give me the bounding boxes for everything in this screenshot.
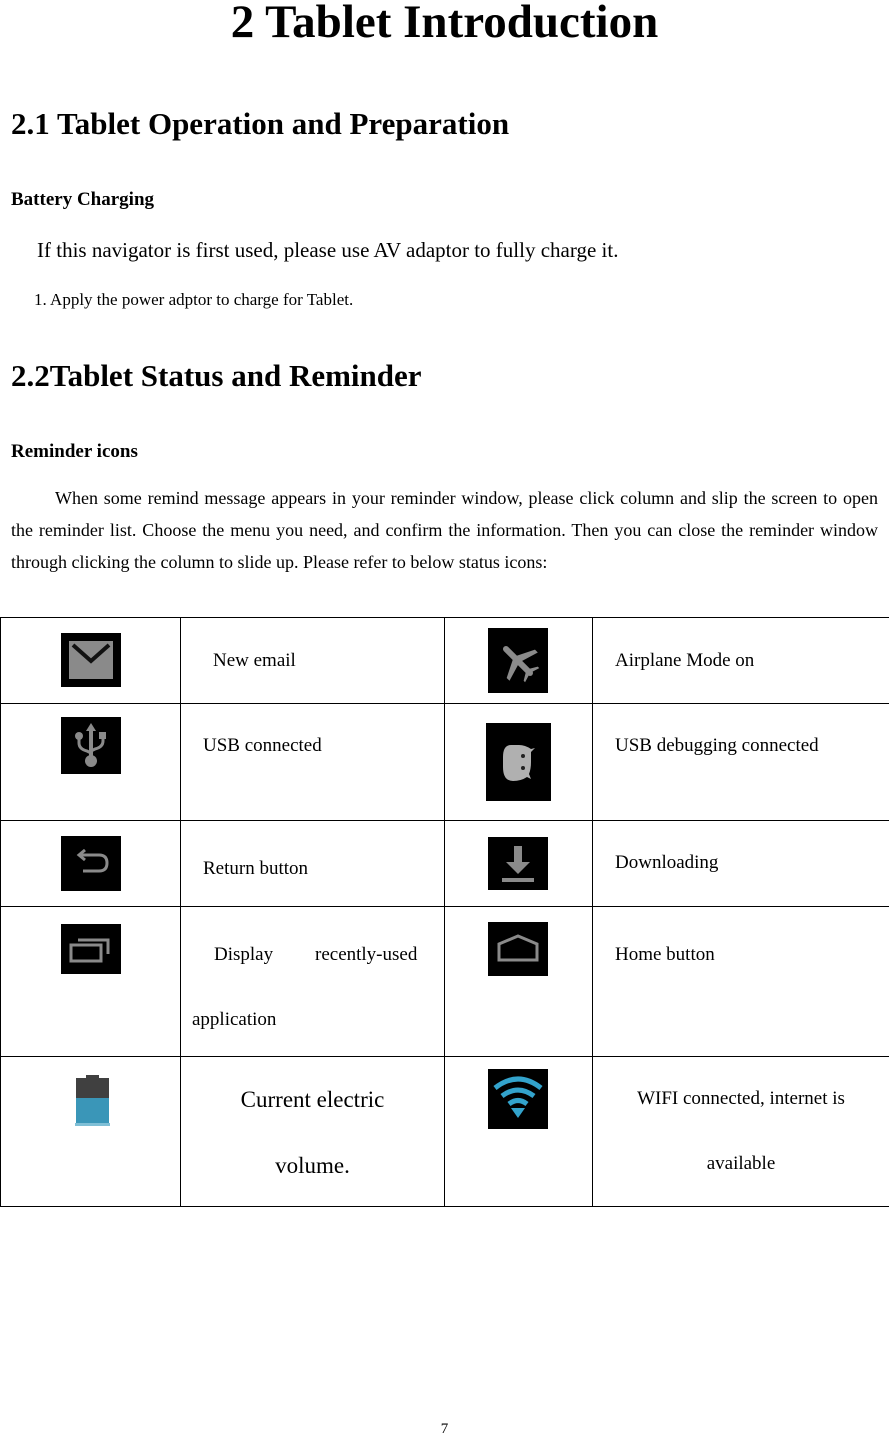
- icon-label: available: [706, 1153, 776, 1174]
- icon-cell: [444, 906, 593, 1057]
- icon-label: application: [192, 1009, 277, 1030]
- icon-label: Display: [214, 944, 274, 965]
- label-cell: Downloading: [592, 820, 889, 907]
- icon-label: volume.: [275, 1153, 350, 1178]
- label-cell: USB debugging connected: [592, 703, 889, 821]
- wifi-icon: [488, 1069, 548, 1129]
- icon-label: Home button: [615, 944, 715, 965]
- return-icon: [61, 836, 121, 891]
- label-cell: Airplane Mode on: [592, 617, 889, 704]
- section-heading-status: 2.2Tablet Status and Reminder: [11, 358, 422, 393]
- battery-icon: [75, 1075, 110, 1127]
- icon-cell: [0, 1056, 181, 1207]
- icon-cell: [444, 703, 593, 821]
- icon-label: Airplane Mode on: [615, 650, 755, 671]
- chapter-title: 2 Tablet Introduction: [230, 0, 659, 48]
- table-row: Display recently-used application Home b…: [0, 906, 889, 1057]
- reminder-paragraph: When some remind message appears in your…: [11, 488, 878, 572]
- icon-label: WIFI connected, internet is: [637, 1088, 845, 1109]
- icon-label: recently-used: [315, 944, 418, 965]
- icon-cell: [0, 703, 181, 821]
- label-cell: Display recently-used application: [180, 906, 445, 1057]
- section-heading-operation: 2.1 Tablet Operation and Preparation: [11, 106, 510, 141]
- table-row: Return button Downloading: [0, 820, 889, 907]
- label-cell: WIFI connected, internet is available: [592, 1056, 889, 1207]
- icon-cell: [444, 820, 593, 907]
- icon-label: USB connected: [203, 735, 322, 756]
- label-cell: Return button: [180, 820, 445, 907]
- icon-label: Return button: [203, 858, 309, 879]
- subheading-battery-charging: Battery Charging: [11, 189, 155, 210]
- charging-step-1: 1. Apply the power adptor to charge for …: [34, 290, 354, 309]
- usb-debugging-icon: [486, 723, 551, 801]
- label-cell: Home button: [592, 906, 889, 1057]
- battery-charging-note: If this navigator is first used, please …: [37, 238, 619, 262]
- icon-cell: [444, 617, 593, 704]
- status-icon-table: New email Airplane Mode on USB connected: [0, 617, 889, 1207]
- icon-cell: [444, 1056, 593, 1207]
- icon-cell: [0, 906, 181, 1057]
- icon-cell: [0, 820, 181, 907]
- table-row: USB connected USB debugging connected: [0, 703, 889, 821]
- recent-apps-icon: [61, 924, 121, 974]
- airplane-icon: [488, 628, 548, 693]
- icon-cell: [0, 617, 181, 704]
- usb-icon: [61, 717, 121, 774]
- page-number: 7: [440, 1421, 449, 1437]
- label-cell: USB connected: [180, 703, 445, 821]
- subheading-reminder-icons: Reminder icons: [11, 441, 138, 462]
- table-row: Current electric volume. WIFI connected,…: [0, 1056, 889, 1207]
- table-row: New email Airplane Mode on: [0, 617, 889, 704]
- icon-label: Current electric: [240, 1087, 385, 1112]
- label-cell: Current electric volume.: [180, 1056, 445, 1207]
- home-icon: [488, 922, 548, 976]
- icon-label: New email: [213, 650, 296, 671]
- download-icon: [488, 837, 548, 890]
- icon-label: USB debugging connected: [615, 735, 819, 756]
- email-icon: [61, 633, 121, 687]
- icon-label: Downloading: [615, 852, 719, 873]
- label-cell: New email: [180, 617, 445, 704]
